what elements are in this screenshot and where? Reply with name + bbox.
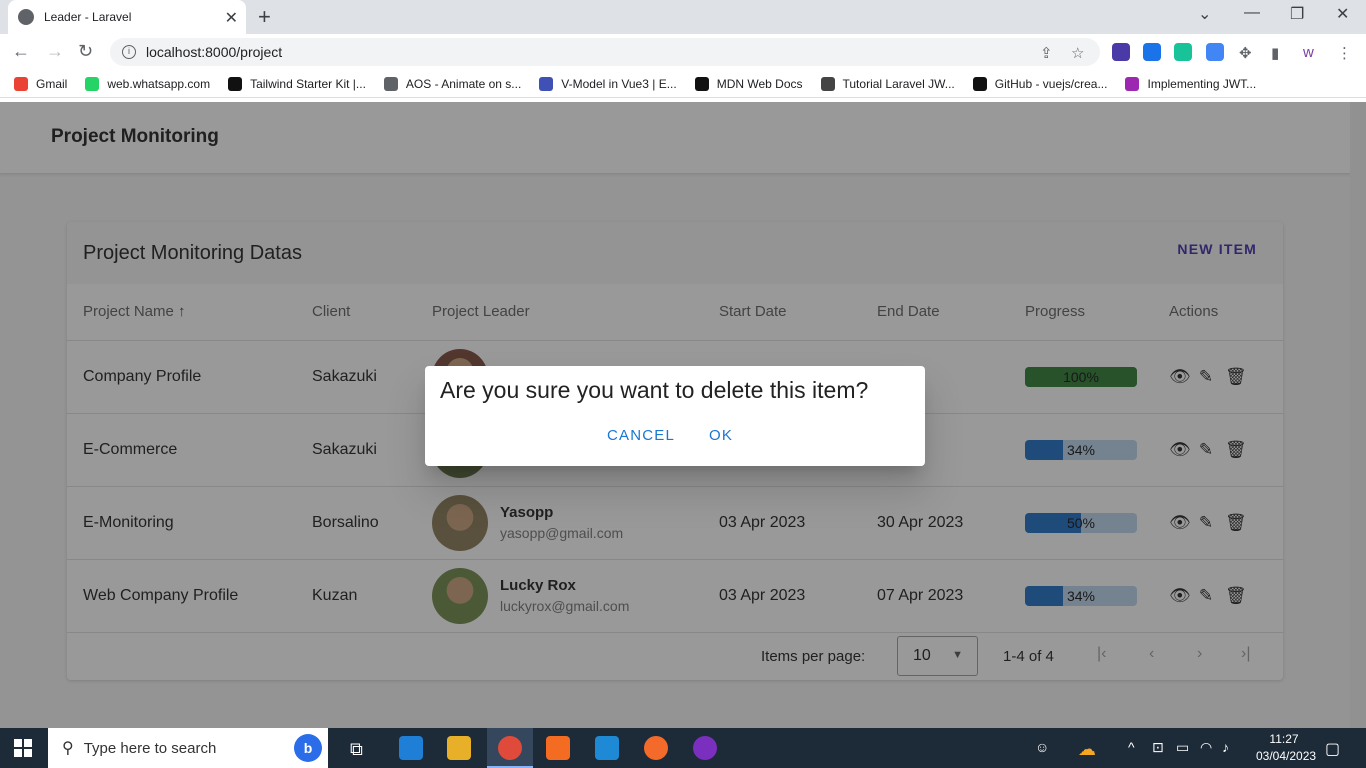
url-text: localhost:8000/project xyxy=(146,44,283,60)
taskbar-search[interactable]: ⚲ Type here to search b xyxy=(48,728,328,768)
taskbar: ⚲ Type here to search b ⧉ ☺ ☁ ^ ⊡ ▭ ◠ ♪ … xyxy=(0,728,1366,768)
bookmark-icon xyxy=(820,76,835,91)
close-tab-icon[interactable]: ✕ xyxy=(225,8,238,28)
bookmark-icon xyxy=(539,76,554,91)
bookmark-icon xyxy=(383,76,398,91)
extension-icon[interactable]: w xyxy=(1303,44,1314,61)
delete-confirm-dialog: Are you sure you want to delete this ite… xyxy=(425,366,925,466)
extension-icon[interactable] xyxy=(1174,43,1192,61)
share-icon[interactable]: ⇪ xyxy=(1040,44,1053,62)
side-panel-icon[interactable]: ▮ xyxy=(1271,44,1279,62)
extension-icon[interactable] xyxy=(1143,43,1161,61)
bookmark-item[interactable]: Tutorial Laravel JW... xyxy=(820,76,955,91)
bing-icon[interactable]: b xyxy=(294,734,322,762)
site-info-icon[interactable]: i xyxy=(122,45,136,59)
xampp-icon[interactable] xyxy=(546,736,570,760)
bookmark-item[interactable]: MDN Web Docs xyxy=(694,76,803,91)
bookmark-icon xyxy=(972,76,987,91)
wifi-icon[interactable]: ◠ xyxy=(1200,739,1212,756)
device-icon[interactable]: ⊡ xyxy=(1152,739,1164,756)
ok-button[interactable]: OK xyxy=(709,427,733,444)
weather-icon[interactable]: ☁ xyxy=(1078,739,1096,760)
bookmark-item[interactable]: Implementing JWT... xyxy=(1125,76,1256,91)
bookmark-item[interactable]: Tailwind Starter Kit |... xyxy=(228,76,366,91)
puzzle-icon[interactable]: ✥ xyxy=(1239,44,1252,62)
bookmark-icon xyxy=(1125,76,1140,91)
dialog-question: Are you sure you want to delete this ite… xyxy=(440,377,869,403)
forward-button[interactable]: → xyxy=(46,41,64,62)
bookmark-item[interactable]: AOS - Animate on s... xyxy=(383,76,521,91)
browser-tabstrip: Leader - Laravel ✕ + ⌄ — ❐ ✕ xyxy=(0,0,1366,34)
new-tab-button[interactable]: + xyxy=(258,4,271,30)
bookmark-item[interactable]: web.whatsapp.com xyxy=(85,76,210,91)
reload-button[interactable]: ↻ xyxy=(78,41,93,62)
github-desktop-icon[interactable] xyxy=(693,736,717,760)
bookmark-item[interactable]: Gmail xyxy=(14,76,67,91)
battery-icon[interactable]: ▭ xyxy=(1176,739,1189,756)
bookmark-icon xyxy=(228,76,243,91)
people-icon[interactable]: ☺ xyxy=(1035,739,1049,755)
bookmark-icon xyxy=(694,76,709,91)
translate-icon[interactable] xyxy=(1206,43,1224,61)
chevron-up-icon[interactable]: ^ xyxy=(1128,739,1135,755)
bookmark-item[interactable]: GitHub - vuejs/crea... xyxy=(972,76,1107,91)
back-button[interactable]: ← xyxy=(12,41,30,62)
bookmarks-bar: Gmail web.whatsapp.com Tailwind Starter … xyxy=(0,70,1366,98)
globe-icon xyxy=(18,9,34,25)
bookmark-star-icon[interactable]: ☆ xyxy=(1071,44,1084,62)
tab-title: Leader - Laravel xyxy=(44,10,132,24)
tab-search-icon[interactable]: ⌄ xyxy=(1198,4,1211,24)
minimize-button[interactable]: — xyxy=(1244,4,1260,22)
windows-start-icon[interactable] xyxy=(14,739,32,757)
search-icon: ⚲ xyxy=(62,740,74,757)
restore-button[interactable]: ❐ xyxy=(1290,4,1304,24)
bookmark-icon xyxy=(14,76,28,91)
mail-icon[interactable] xyxy=(399,736,423,760)
volume-icon[interactable]: ♪ xyxy=(1222,739,1229,755)
task-view-icon[interactable]: ⧉ xyxy=(350,739,363,760)
browser-toolbar: ← → ↻ i localhost:8000/project ⇪ ☆ ✥ ▮ w… xyxy=(0,34,1366,70)
taskbar-search-placeholder: Type here to search xyxy=(83,739,217,757)
address-bar[interactable]: i localhost:8000/project xyxy=(110,38,1100,66)
postman-icon[interactable] xyxy=(644,736,668,760)
menu-icon[interactable]: ⋮ xyxy=(1337,44,1352,62)
chrome-taskbar-item[interactable] xyxy=(487,728,533,768)
cancel-button[interactable]: CANCEL xyxy=(607,427,675,444)
system-clock[interactable]: 11:27 03/04/2023 xyxy=(1256,731,1316,765)
extension-icon[interactable] xyxy=(1112,43,1130,61)
file-explorer-icon[interactable] xyxy=(447,736,471,760)
vscode-icon[interactable] xyxy=(595,736,619,760)
bookmark-item[interactable]: V-Model in Vue3 | E... xyxy=(539,76,677,91)
notification-icon[interactable]: ▢ xyxy=(1325,739,1340,759)
bookmark-icon xyxy=(85,76,100,91)
browser-tab[interactable]: Leader - Laravel ✕ xyxy=(8,0,246,34)
close-window-button[interactable]: ✕ xyxy=(1336,4,1349,24)
chrome-icon xyxy=(498,736,522,760)
